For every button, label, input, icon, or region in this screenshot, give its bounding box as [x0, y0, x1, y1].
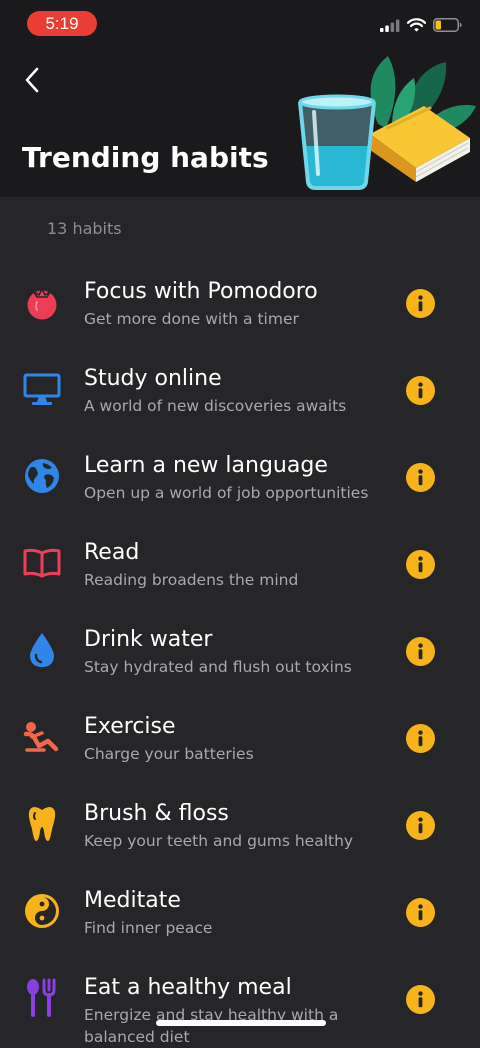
- info-button[interactable]: [406, 811, 435, 840]
- habit-row-exercise[interactable]: Exercise Charge your batteries: [0, 693, 480, 780]
- habit-subtitle: Stay hydrated and flush out toxins: [84, 658, 352, 676]
- home-indicator[interactable]: [156, 1020, 326, 1026]
- info-button[interactable]: [406, 637, 435, 666]
- habit-title: Exercise: [84, 714, 176, 739]
- habit-title: Read: [84, 540, 140, 565]
- globe-icon: [22, 456, 62, 496]
- info-icon: [418, 730, 423, 747]
- habit-row-focus-with-pomodoro[interactable]: Focus with Pomodoro Get more done with a…: [0, 258, 480, 345]
- habit-subtitle: Energize and stay healthy with a balance…: [84, 1006, 339, 1046]
- info-icon: [418, 904, 423, 921]
- cellular-signal-icon: [380, 17, 400, 36]
- back-button[interactable]: [14, 62, 50, 98]
- status-bar: 5:19: [0, 0, 480, 46]
- battery-icon: [433, 17, 462, 36]
- info-button[interactable]: [406, 985, 435, 1014]
- status-time[interactable]: 5:19: [27, 11, 97, 36]
- habit-row-drink-water[interactable]: Drink water Stay hydrated and flush out …: [0, 606, 480, 693]
- info-icon: [418, 469, 423, 486]
- chevron-left-icon: [25, 67, 39, 93]
- info-icon: [418, 556, 423, 573]
- header: 5:19 Trending habits: [0, 0, 480, 197]
- habit-count: 13 habits: [47, 219, 122, 238]
- habit-list: Focus with Pomodoro Get more done with a…: [0, 258, 480, 1046]
- tooth-icon: [22, 804, 62, 844]
- habit-title: Brush & floss: [84, 801, 229, 826]
- habit-title: Eat a healthy meal: [84, 975, 292, 1000]
- info-button[interactable]: [406, 376, 435, 405]
- yin-yang-icon: [22, 891, 62, 931]
- habit-subtitle: Keep your teeth and gums healthy: [84, 832, 354, 850]
- header-illustration: [296, 54, 480, 197]
- habit-row-meditate[interactable]: Meditate Find inner peace: [0, 867, 480, 954]
- info-button[interactable]: [406, 724, 435, 753]
- info-icon: [418, 382, 423, 399]
- info-icon: [418, 643, 423, 660]
- habit-subtitle: Find inner peace: [84, 919, 213, 937]
- habit-title: Learn a new language: [84, 453, 328, 478]
- habit-title: Drink water: [84, 627, 213, 652]
- sit-up-person-icon: [22, 717, 62, 757]
- habit-subtitle: Reading broadens the mind: [84, 571, 299, 589]
- habit-subtitle: Open up a world of job opportunities: [84, 484, 369, 502]
- habit-subtitle: Charge your batteries: [84, 745, 254, 763]
- info-icon: [418, 991, 423, 1008]
- fork-knife-icon: [22, 978, 62, 1018]
- open-book-icon: [22, 543, 62, 583]
- info-button[interactable]: [406, 550, 435, 579]
- wifi-icon: [406, 17, 427, 36]
- tomato-icon: [22, 282, 62, 322]
- habit-subtitle: Get more done with a timer: [84, 310, 299, 328]
- habit-subtitle: A world of new discoveries awaits: [84, 397, 347, 415]
- water-drop-icon: [22, 630, 62, 670]
- habit-row-read[interactable]: Read Reading broadens the mind: [0, 519, 480, 606]
- info-icon: [418, 295, 423, 312]
- page-title: Trending habits: [22, 141, 269, 174]
- info-icon: [418, 817, 423, 834]
- info-button[interactable]: [406, 463, 435, 492]
- info-button[interactable]: [406, 289, 435, 318]
- habit-title: Focus with Pomodoro: [84, 279, 318, 304]
- habit-row-eat-a-healthy-meal[interactable]: Eat a healthy meal Energize and stay hea…: [0, 954, 480, 1046]
- habit-row-study-online[interactable]: Study online A world of new discoveries …: [0, 345, 480, 432]
- habit-title: Meditate: [84, 888, 181, 913]
- habit-title: Study online: [84, 366, 222, 391]
- habit-row-learn-a-new-language[interactable]: Learn a new language Open up a world of …: [0, 432, 480, 519]
- status-icons: [380, 16, 462, 36]
- habit-row-brush-and-floss[interactable]: Brush & floss Keep your teeth and gums h…: [0, 780, 480, 867]
- monitor-icon: [22, 369, 62, 409]
- info-button[interactable]: [406, 898, 435, 927]
